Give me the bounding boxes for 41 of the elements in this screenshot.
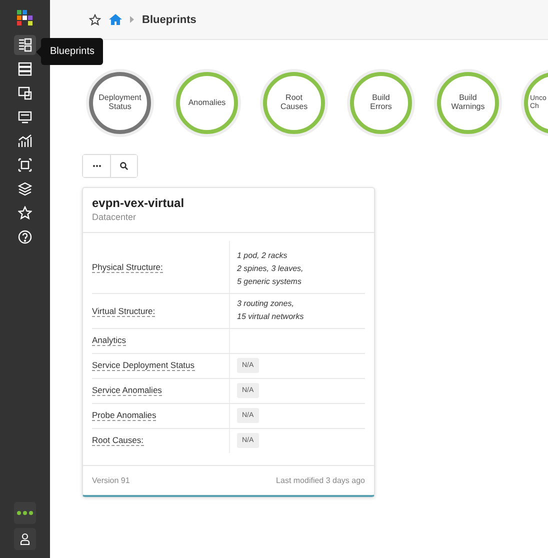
row-label: Probe Anomalies xyxy=(92,410,156,422)
server-stack-icon xyxy=(18,62,32,76)
row-label: Service Anomalies xyxy=(92,385,162,396)
user-button[interactable] xyxy=(14,528,36,550)
chart-icon xyxy=(18,134,32,148)
breadcrumb-current: Blueprints xyxy=(142,14,196,26)
row-label: Service Deployment Status xyxy=(92,360,195,372)
layers-icon xyxy=(18,182,32,196)
status-circle[interactable]: Build Warnings xyxy=(437,72,499,134)
blueprint-type: Datacenter xyxy=(92,212,138,222)
row-label: Physical Structure: xyxy=(92,262,163,273)
user-icon xyxy=(20,533,30,545)
row-label: Analytics xyxy=(92,335,126,346)
version-text: Version 91 xyxy=(92,476,130,485)
row-value: 1 pod, 2 racks 2 spines, 3 leaves, 5 generic systems xyxy=(237,250,304,288)
help-icon xyxy=(18,230,32,244)
status-circle[interactable]: Build Errors xyxy=(350,72,412,134)
status-circle[interactable]: Deployment Status xyxy=(89,72,151,134)
blueprint-title: evpn-vex-virtual xyxy=(92,196,186,210)
logo-icon xyxy=(17,10,33,26)
row-value: 3 routing zones, 15 virtual networks xyxy=(237,298,304,324)
blueprint-card[interactable] xyxy=(82,187,375,497)
more-button[interactable] xyxy=(14,502,36,524)
tooltip: Blueprints xyxy=(41,38,104,65)
sidebar-item[interactable] xyxy=(14,35,36,55)
status-circle[interactable]: Anomalies xyxy=(176,72,238,134)
row-label: Virtual Structure: xyxy=(92,306,156,317)
home-icon[interactable] xyxy=(109,14,122,25)
more-icon xyxy=(17,511,33,515)
chevron-icon xyxy=(130,16,134,23)
tooltip-arrow-icon xyxy=(36,46,41,56)
folder-list-icon xyxy=(18,38,32,52)
status-circle[interactable]: Root Causes xyxy=(263,72,325,134)
row-label: Root Causes: xyxy=(92,435,144,446)
display-icon xyxy=(18,110,32,124)
modified-text: Last modified 3 days ago xyxy=(276,476,365,485)
search-button[interactable] xyxy=(110,155,137,177)
search-icon xyxy=(120,162,128,170)
star-icon xyxy=(18,206,32,220)
monitor-icon xyxy=(18,86,32,100)
star-icon[interactable] xyxy=(89,14,101,26)
